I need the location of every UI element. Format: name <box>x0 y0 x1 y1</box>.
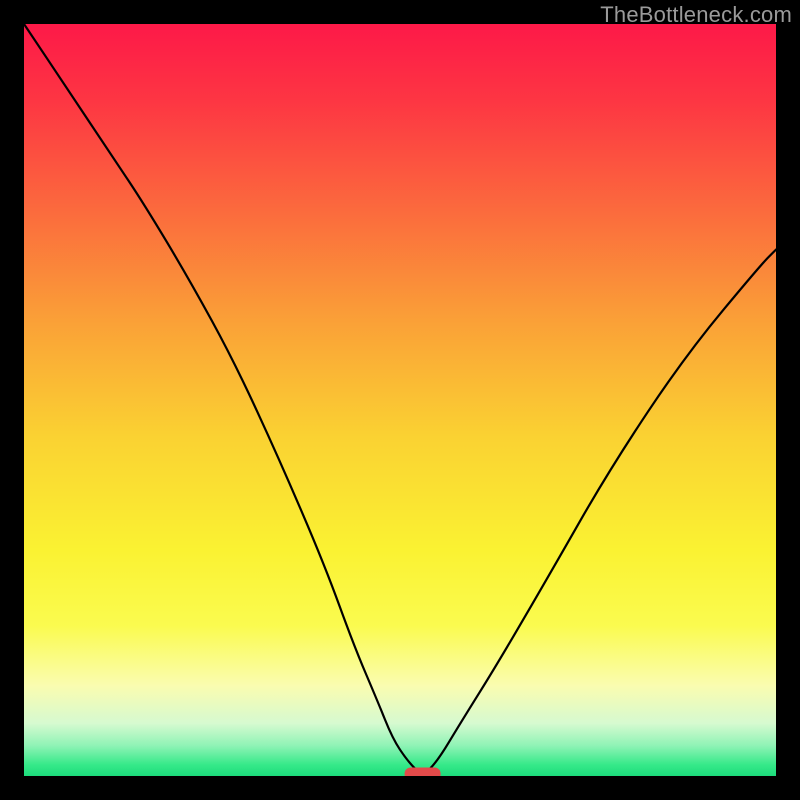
curve-layer <box>24 24 776 776</box>
minimum-marker <box>405 768 441 777</box>
bottleneck-curve <box>24 24 776 772</box>
chart-frame: TheBottleneck.com <box>0 0 800 800</box>
plot-area <box>24 24 776 776</box>
watermark-text: TheBottleneck.com <box>600 2 792 28</box>
